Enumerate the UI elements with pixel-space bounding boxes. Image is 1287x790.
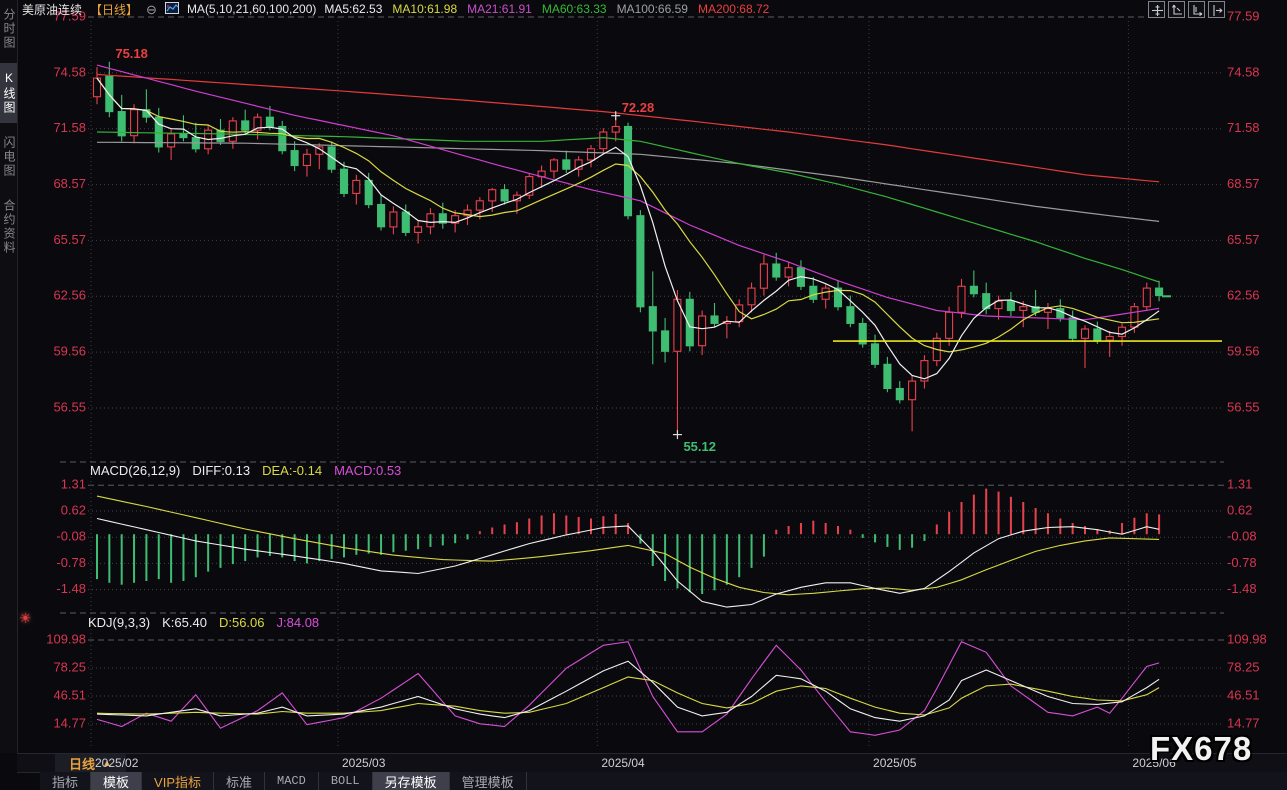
svg-text:46.51: 46.51 (1227, 687, 1260, 702)
x-axis-label: 2025/03 (342, 756, 385, 770)
price-axis-icon[interactable] (1168, 1, 1185, 18)
tab-vip-indicator[interactable]: VIP指标 (142, 772, 214, 790)
svg-text:72.28: 72.28 (622, 100, 655, 115)
ma-legend: MA5:62.53 MA10:61.98 MA21:61.91 MA60:63.33 M… (324, 2, 769, 16)
sidebar: 分时图 K线图闪电图合约资料 (0, 0, 18, 753)
svg-text:68.57: 68.57 (53, 176, 86, 191)
kdj-d-value: D:56.06 (219, 615, 265, 630)
svg-text:-0.78: -0.78 (56, 555, 86, 570)
ma-legend-ma5: MA5:62.53 (324, 2, 382, 16)
watermark: FX678 (1150, 730, 1252, 768)
macd-value: MACD:0.53 (334, 463, 401, 478)
chart-canvas: 77.5977.5974.5874.5871.5871.5868.5768.57… (0, 0, 1287, 790)
svg-text:65.57: 65.57 (53, 232, 86, 247)
svg-text:55.12: 55.12 (683, 439, 716, 454)
minus-circle-icon[interactable]: ⊖ (146, 3, 157, 16)
svg-text:65.57: 65.57 (1227, 232, 1260, 247)
svg-text:75.18: 75.18 (115, 46, 148, 61)
tab-macd[interactable]: MACD (265, 772, 319, 790)
time-axis-icon[interactable] (1188, 1, 1205, 18)
svg-text:-0.78: -0.78 (1227, 555, 1257, 570)
svg-text:74.58: 74.58 (53, 64, 86, 79)
time-axis-row: 日线 ▲ 2025/022025/032025/042025/052025/06 (17, 753, 1287, 773)
svg-text:74.58: 74.58 (1227, 64, 1260, 79)
ma-legend-ma60: MA60:63.33 (542, 2, 607, 16)
tab-boll[interactable]: BOLL (319, 772, 373, 790)
chart-header: 美原油连续 【日线】 ⊖ MA(5,10,21,60,100,200) MA5:… (22, 1, 769, 17)
kdj-k-value: K:65.40 (162, 615, 207, 630)
sidebar-item-contract-info[interactable]: 合约资料 (0, 191, 17, 263)
svg-text:-1.48: -1.48 (56, 581, 86, 596)
svg-text:-0.08: -0.08 (1227, 529, 1257, 544)
x-axis-label: 2025/02 (95, 756, 138, 770)
svg-text:14.77: 14.77 (53, 715, 86, 730)
ma-legend-ma21: MA21:61.91 (467, 2, 532, 16)
sidebar-item-kline-chart[interactable]: K线图 (0, 63, 17, 123)
app-window: 77.5977.5974.5874.5871.5871.5868.5768.57… (0, 0, 1287, 790)
alert-star-icon[interactable]: ☀ (19, 610, 32, 627)
svg-text:1.31: 1.31 (1227, 477, 1252, 492)
ma-legend-ma10: MA10:61.98 (392, 2, 457, 16)
svg-text:78.25: 78.25 (1227, 659, 1260, 674)
svg-text:62.56: 62.56 (53, 288, 86, 303)
tab-template[interactable]: 模板 (91, 772, 142, 790)
tab-save-template[interactable]: 另存模板 (373, 772, 450, 790)
macd-diff-value: DIFF:0.13 (192, 463, 250, 478)
svg-text:-1.48: -1.48 (1227, 581, 1257, 596)
svg-text:71.58: 71.58 (1227, 120, 1260, 135)
svg-text:56.55: 56.55 (1227, 399, 1260, 414)
svg-text:77.59: 77.59 (1227, 8, 1260, 23)
ma-legend-ma100: MA100:66.59 (617, 2, 688, 16)
svg-text:68.57: 68.57 (1227, 176, 1260, 191)
svg-text:0.62: 0.62 (61, 502, 86, 517)
shift-right-icon[interactable] (1208, 1, 1225, 18)
svg-text:62.56: 62.56 (1227, 288, 1260, 303)
period-label[interactable]: 【日线】 (90, 1, 138, 18)
sidebar-item-time-chart[interactable]: 分时图 (0, 0, 17, 58)
kdj-j-value: J:84.08 (277, 615, 320, 630)
tab-indicator[interactable]: 指标 (40, 772, 91, 790)
svg-text:46.51: 46.51 (53, 687, 86, 702)
svg-text:78.25: 78.25 (53, 659, 86, 674)
svg-text:14.77: 14.77 (1227, 715, 1260, 730)
mini-chart-icon[interactable] (165, 2, 179, 17)
kdj-header: KDJ(9,3,3) K:65.40 D:56.06 J:84.08 (88, 615, 319, 630)
pan-icon[interactable] (1148, 1, 1165, 18)
ma-legend-ma200: MA200:68.72 (698, 2, 769, 16)
svg-text:1.31: 1.31 (61, 477, 86, 492)
tab-standard[interactable]: 标准 (214, 772, 265, 790)
svg-text:59.56: 59.56 (53, 344, 86, 359)
svg-text:59.56: 59.56 (1227, 344, 1260, 359)
symbol-name[interactable]: 美原油连续 (22, 1, 82, 18)
svg-text:109.98: 109.98 (1227, 631, 1267, 646)
macd-title[interactable]: MACD(26,12,9) (90, 463, 180, 478)
svg-text:109.98: 109.98 (46, 631, 86, 646)
period-selector-label: 日线 (69, 754, 95, 773)
kdj-title[interactable]: KDJ(9,3,3) (88, 615, 150, 630)
svg-text:0.62: 0.62 (1227, 502, 1252, 517)
x-axis-label: 2025/05 (873, 756, 916, 770)
window-toolbar (1148, 1, 1225, 18)
ma-settings-label: MA(5,10,21,60,100,200) (187, 2, 316, 16)
svg-text:-0.08: -0.08 (56, 529, 86, 544)
svg-text:56.55: 56.55 (53, 399, 86, 414)
svg-text:71.58: 71.58 (53, 120, 86, 135)
macd-header: MACD(26,12,9) DIFF:0.13 DEA:-0.14 MACD:0… (90, 463, 401, 478)
macd-dea-value: DEA:-0.14 (262, 463, 322, 478)
tab-manage-template[interactable]: 管理模板 (450, 772, 527, 790)
sidebar-item-flash-chart[interactable]: 闪电图 (0, 128, 17, 186)
bottom-tab-bar: 指标模板VIP指标标准MACDBOLL另存模板管理模板 (40, 772, 1287, 790)
x-axis-label: 2025/04 (601, 756, 644, 770)
